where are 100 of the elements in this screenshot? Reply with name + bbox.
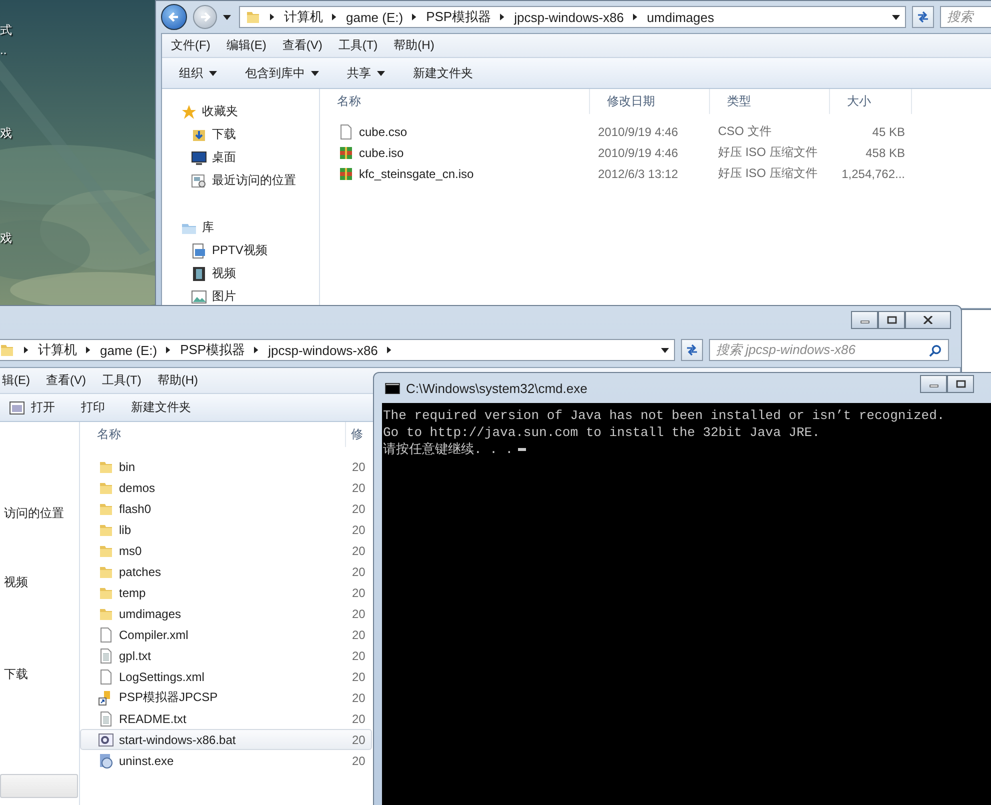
nav-item[interactable]: PPTV视频 <box>162 239 319 262</box>
nav-item[interactable]: 视频 <box>4 571 28 594</box>
breadcrumb-arrow-icon[interactable] <box>86 346 91 354</box>
menu-item[interactable]: 帮助(H) <box>157 372 198 389</box>
dropdown-arrow-icon[interactable] <box>892 14 900 20</box>
file-row[interactable]: kfc_steinsgate_cn.iso 2012/6/3 13:12 好压 ISO 压缩文件 1,254,762... <box>320 163 991 184</box>
search-icon[interactable] <box>929 344 942 356</box>
file-row[interactable]: Compiler.xml 20 <box>80 624 372 645</box>
breadcrumb-arrow-icon[interactable] <box>270 13 275 21</box>
file-row[interactable]: gpl.txt 20 <box>80 645 372 666</box>
nav-item[interactable]: 图片 <box>162 285 319 308</box>
breadcrumb-arrow-icon[interactable] <box>254 346 260 354</box>
column-header[interactable]: 类型 <box>710 89 830 114</box>
breadcrumb[interactable]: jpcsp-windows-x86 <box>268 342 378 358</box>
maximize-button[interactable] <box>878 310 905 328</box>
breadcrumb-arrow-icon[interactable] <box>332 13 337 21</box>
nav-item[interactable]: 下载 <box>4 663 28 686</box>
breadcrumb-arrow-icon[interactable] <box>412 13 418 21</box>
column-header[interactable]: 修 <box>346 422 367 447</box>
toolbar-button[interactable]: 组织 <box>179 64 217 82</box>
refresh-button[interactable] <box>681 339 703 361</box>
nav-item[interactable]: 视频 <box>162 262 319 285</box>
desktop-icon-label[interactable]: 式 <box>0 22 12 39</box>
nav-item[interactable]: 下载 <box>162 123 319 146</box>
column-header[interactable]: 大小 <box>830 89 912 114</box>
dropdown-arrow-icon[interactable] <box>311 70 319 76</box>
maximize-button[interactable] <box>947 375 974 393</box>
file-row[interactable]: bin 20 <box>80 456 372 477</box>
dropdown-arrow-icon[interactable] <box>661 348 669 352</box>
column-header[interactable]: 修改日期 <box>590 89 710 114</box>
toolbar-button[interactable]: 共享 <box>347 64 385 82</box>
file-row[interactable]: cube.iso 2010/9/19 4:46 好压 ISO 压缩文件 458 KB <box>320 142 991 163</box>
breadcrumb[interactable]: umdimages <box>646 10 714 24</box>
refresh-button[interactable] <box>912 6 934 28</box>
menu-item[interactable]: 查看(V) <box>282 37 322 54</box>
close-button[interactable] <box>905 310 951 328</box>
menu-item[interactable]: 工具(T) <box>338 37 378 54</box>
back-arrow-icon <box>168 11 180 23</box>
breadcrumb-arrow-icon[interactable] <box>500 13 506 21</box>
file-row[interactable]: LogSettings.xml 20 <box>80 666 372 687</box>
file-row[interactable]: patches 20 <box>80 561 372 582</box>
desktop-icon-label[interactable]: .. <box>0 43 7 57</box>
menu-item[interactable]: 文件(F) <box>171 37 210 54</box>
file-row[interactable]: umdimages 20 <box>80 603 372 624</box>
file-row[interactable]: flash0 20 <box>80 498 372 519</box>
nav-item[interactable]: 桌面 <box>162 146 319 169</box>
column-header[interactable]: 名称 <box>320 89 590 114</box>
breadcrumb[interactable]: game (E:) <box>346 10 404 24</box>
desktop-icon-label[interactable]: 戏 <box>0 125 12 142</box>
address-bar[interactable]: 计算机 game (E:) PSP模拟器 jpcsp-windows-x86 umdimages <box>239 6 906 28</box>
file-row[interactable]: PSP模拟器JPCSP 20 <box>80 687 372 708</box>
file-row[interactable]: ms0 20 <box>80 540 372 561</box>
button-label: 组织 <box>179 64 203 82</box>
menu-item[interactable]: 编辑(E) <box>226 37 266 54</box>
file-row[interactable]: uninst.exe 20 <box>80 750 372 771</box>
file-row[interactable]: cube.cso 2010/9/19 4:46 CSO 文件 45 KB <box>320 121 991 142</box>
menu-item[interactable]: 帮助(H) <box>394 37 434 54</box>
dropdown-arrow-icon[interactable] <box>377 70 385 76</box>
nav-item[interactable]: 收藏夹 <box>162 100 319 123</box>
toolbar-button[interactable]: 新建文件夹 <box>413 64 473 82</box>
column-header[interactable]: 名称 <box>80 422 346 447</box>
back-button[interactable] <box>161 4 187 30</box>
file-row[interactable]: start-windows-x86.bat 20 <box>80 729 372 750</box>
breadcrumb[interactable]: jpcsp-windows-x86 <box>514 10 624 24</box>
history-dropdown-icon[interactable] <box>223 14 231 20</box>
breadcrumb[interactable]: PSP模拟器 <box>426 8 492 26</box>
menu-item[interactable]: 工具(T) <box>102 372 142 389</box>
nav-item[interactable]: 访问的位置 <box>4 502 64 525</box>
file-row[interactable]: lib 20 <box>80 519 372 540</box>
toolbar-button[interactable]: 打开 <box>9 399 55 416</box>
minimize-button[interactable] <box>920 375 947 393</box>
nav-item[interactable]: 最近访问的位置 <box>162 169 319 192</box>
breadcrumb[interactable]: 计算机 <box>38 341 77 359</box>
breadcrumb[interactable]: 计算机 <box>284 8 323 26</box>
file-row[interactable]: demos 20 <box>80 477 372 498</box>
file-icon <box>98 668 114 684</box>
button-label: 共享 <box>347 64 371 82</box>
toolbar-button[interactable]: 新建文件夹 <box>131 399 191 416</box>
dropdown-arrow-icon[interactable] <box>209 70 217 76</box>
forward-button[interactable] <box>193 5 217 29</box>
toolbar-button[interactable]: 包含到库中 <box>245 64 319 82</box>
menu-item[interactable]: 查看(V) <box>46 372 86 389</box>
toolbar-button[interactable]: 打印 <box>81 399 105 416</box>
file-row[interactable]: README.txt 20 <box>80 708 372 729</box>
breadcrumb-arrow-icon[interactable] <box>386 346 392 354</box>
text-file-icon <box>98 710 114 726</box>
close-icon <box>923 316 933 324</box>
breadcrumb-arrow-icon[interactable] <box>166 346 172 354</box>
breadcrumb[interactable]: PSP模拟器 <box>180 341 246 359</box>
menu-item[interactable]: 辑(E) <box>2 372 30 389</box>
file-row[interactable]: temp 20 <box>80 582 372 603</box>
minimize-button[interactable] <box>851 310 878 328</box>
refresh-icon <box>916 10 930 24</box>
breadcrumb-arrow-icon[interactable] <box>632 13 638 21</box>
nav-item[interactable]: 库 <box>162 216 319 239</box>
breadcrumb[interactable]: game (E:) <box>100 342 158 358</box>
desktop-icon-label[interactable]: 戏 <box>0 230 12 247</box>
scrollbar[interactable] <box>0 774 78 798</box>
breadcrumb-arrow-icon[interactable] <box>24 346 29 354</box>
address-bar[interactable]: 计算机 game (E:) PSP模拟器 jpcsp-windows-x86 <box>0 339 675 361</box>
